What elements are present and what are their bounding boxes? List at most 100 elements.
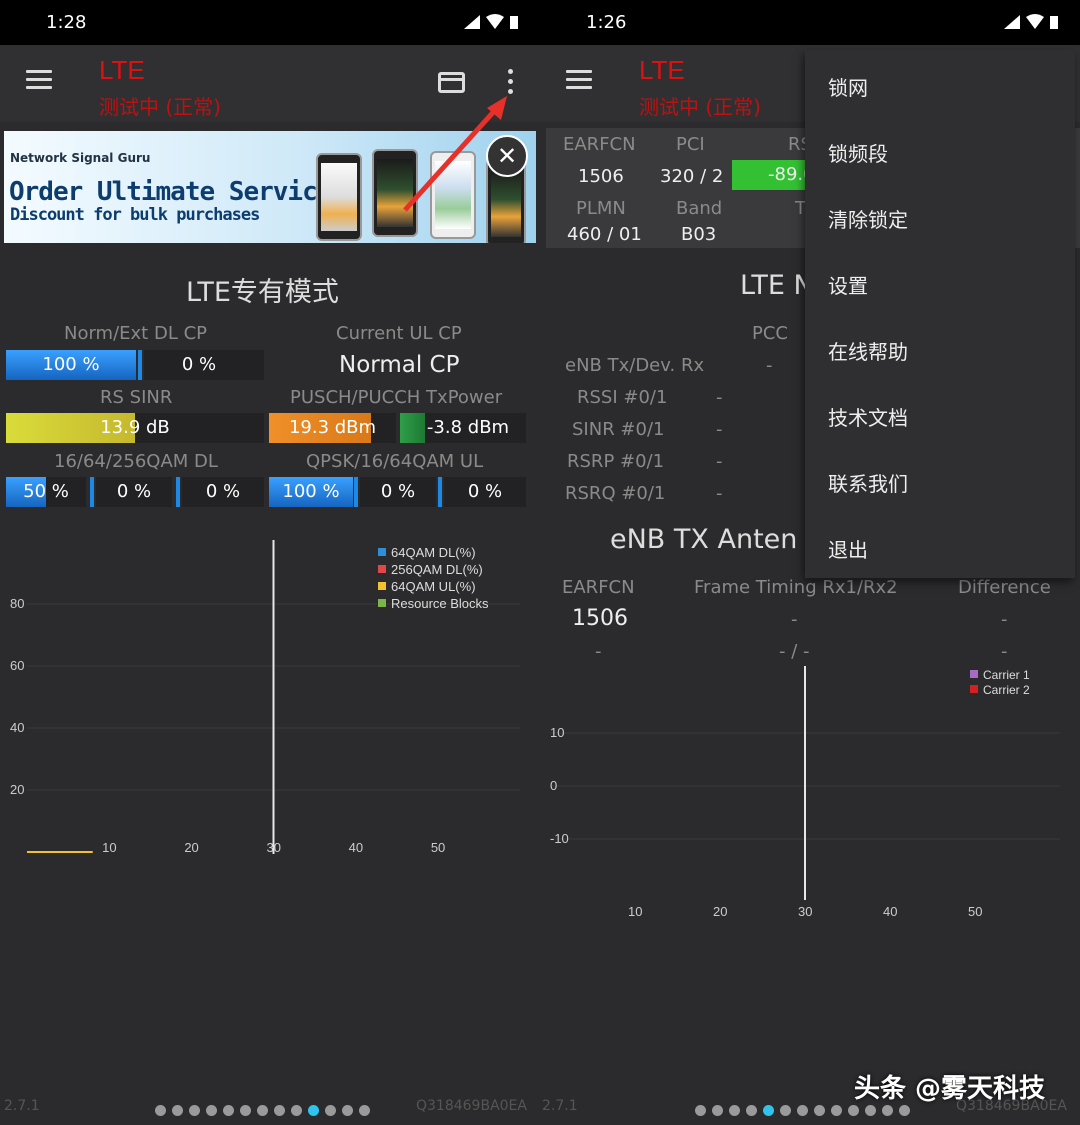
x-tick-label: 40 <box>349 840 363 855</box>
row-value: - <box>766 355 773 376</box>
page-dot[interactable] <box>155 1105 166 1116</box>
page-dot[interactable] <box>797 1105 808 1116</box>
page-dot[interactable] <box>240 1105 251 1116</box>
right-screen: 1:26 LTE 测试中 (正常) EARFCN PCI RS 1506 320… <box>540 0 1080 1125</box>
page-dot[interactable] <box>342 1105 353 1116</box>
status-icons <box>464 14 518 29</box>
band-label: Band <box>676 198 723 219</box>
section-title: LTE专有模式 <box>186 277 339 308</box>
plmn-value: 460 / 01 <box>567 224 642 245</box>
x-tick-label: 40 <box>883 904 897 919</box>
page-indicator[interactable] <box>155 1101 376 1116</box>
page-dot[interactable] <box>359 1105 370 1116</box>
app-version: 2.7.1 <box>542 1098 578 1114</box>
pusch-bar: 19.3 dBm <box>269 413 396 443</box>
antenna-earfcn-value: 1506 <box>572 606 628 631</box>
menu-item[interactable]: 联系我们 <box>828 468 908 497</box>
antenna-earfcn-value-2: - <box>595 641 602 662</box>
menu-item[interactable]: 锁网 <box>828 72 868 101</box>
page-dot[interactable] <box>325 1105 336 1116</box>
x-tick-label: 20 <box>184 840 198 855</box>
page-dot[interactable] <box>206 1105 217 1116</box>
ad-brand: Network Signal Guru <box>10 151 151 165</box>
page-dot[interactable] <box>189 1105 200 1116</box>
page-dot[interactable] <box>848 1105 859 1116</box>
ul-mod-label: QPSK/16/64QAM UL <box>306 451 484 472</box>
y-tick-label: 10 <box>550 725 564 740</box>
menu-icon[interactable] <box>566 70 592 90</box>
ul-16qam-bar: 0 % <box>360 477 436 507</box>
page-dot[interactable] <box>223 1105 234 1116</box>
row-label: eNB Tx/Dev. Rx <box>565 355 705 376</box>
pcc-label: PCC <box>752 323 788 344</box>
menu-icon[interactable] <box>26 70 52 90</box>
phone-image <box>316 153 362 241</box>
frame-timing-label: Frame Timing Rx1/Rx2 <box>694 577 898 598</box>
ul-16qam-value: 0 % <box>380 481 416 502</box>
page-dot[interactable] <box>763 1105 774 1116</box>
page-dot[interactable] <box>291 1105 302 1116</box>
plmn-label: PLMN <box>576 198 626 219</box>
page-dot[interactable] <box>308 1105 319 1116</box>
page-dot[interactable] <box>865 1105 876 1116</box>
x-tick-label: 30 <box>798 904 812 919</box>
page-dot[interactable] <box>695 1105 706 1116</box>
sinr-label: RS SINR <box>100 387 173 408</box>
page-dot[interactable] <box>746 1105 757 1116</box>
legend-item: Carrier 2 <box>970 683 1030 698</box>
legend-label: Carrier 1 <box>983 668 1030 682</box>
legend-item: 64QAM DL(%) <box>378 544 489 561</box>
chart-legend: Carrier 1 Carrier 2 <box>970 668 1030 698</box>
toolbar-title: LTE <box>99 55 145 85</box>
device-id: Q318469BA0EA <box>416 1098 527 1114</box>
norm-cp-value: 100 % <box>42 354 100 375</box>
difference-label: Difference <box>958 577 1051 598</box>
menu-item[interactable]: 锁频段 <box>828 138 888 167</box>
status-time: 1:26 <box>586 12 627 33</box>
pusch-value: 19.3 dBm <box>288 417 377 438</box>
toolbar: LTE 测试中 (正常) <box>0 45 540 122</box>
row-value: - <box>716 451 723 472</box>
legend-item: Carrier 1 <box>970 668 1030 683</box>
earfcn-value: 1506 <box>578 166 624 187</box>
page-dot[interactable] <box>899 1105 910 1116</box>
menu-item[interactable]: 设置 <box>828 270 868 299</box>
menu-item[interactable]: 技术文档 <box>828 402 908 431</box>
ul-cp-value: Normal CP <box>339 352 460 378</box>
pucch-bar: -3.8 dBm <box>400 413 526 443</box>
page-dot[interactable] <box>831 1105 842 1116</box>
txpower-label: PUSCH/PUCCH TxPower <box>290 387 503 408</box>
menu-item[interactable]: 在线帮助 <box>828 336 908 365</box>
dl-64qam-value: 0 % <box>116 481 152 502</box>
row-label: SINR #0/1 <box>572 419 665 440</box>
phone-image <box>372 149 418 237</box>
difference-value-2: - <box>1001 641 1008 662</box>
legend-label: Carrier 2 <box>983 683 1030 697</box>
menu-item[interactable]: 退出 <box>828 534 868 563</box>
row-value: - <box>716 387 723 408</box>
card-icon[interactable] <box>438 72 465 93</box>
dl-mod-label: 16/64/256QAM DL <box>54 451 218 472</box>
watermark: 头条 @雾天科技 <box>854 1074 1046 1104</box>
menu-item[interactable]: 清除锁定 <box>828 204 908 233</box>
page-dot[interactable] <box>882 1105 893 1116</box>
page-dot[interactable] <box>172 1105 183 1116</box>
dl-256qam-bar: 0 % <box>182 477 264 507</box>
sinr-value: 13.9 dB <box>100 417 170 438</box>
frame-timing-value-2: - / - <box>779 641 810 662</box>
page-dot[interactable] <box>274 1105 285 1116</box>
more-options-icon[interactable] <box>500 69 520 99</box>
ad-close-button[interactable]: ✕ <box>486 135 528 177</box>
antenna-earfcn-label: EARFCN <box>562 577 635 598</box>
page-dot[interactable] <box>780 1105 791 1116</box>
y-tick-label: 20 <box>10 782 24 797</box>
frame-timing-value: - <box>791 609 798 630</box>
y-tick-label: -10 <box>550 831 569 846</box>
page-dot[interactable] <box>814 1105 825 1116</box>
page-dot[interactable] <box>712 1105 723 1116</box>
ad-banner[interactable]: Network Signal Guru Order Ultimate Servi… <box>4 131 536 243</box>
page-dot[interactable] <box>729 1105 740 1116</box>
row-label: RSRP #0/1 <box>567 451 665 472</box>
page-dot[interactable] <box>257 1105 268 1116</box>
bar-marker <box>90 477 94 507</box>
